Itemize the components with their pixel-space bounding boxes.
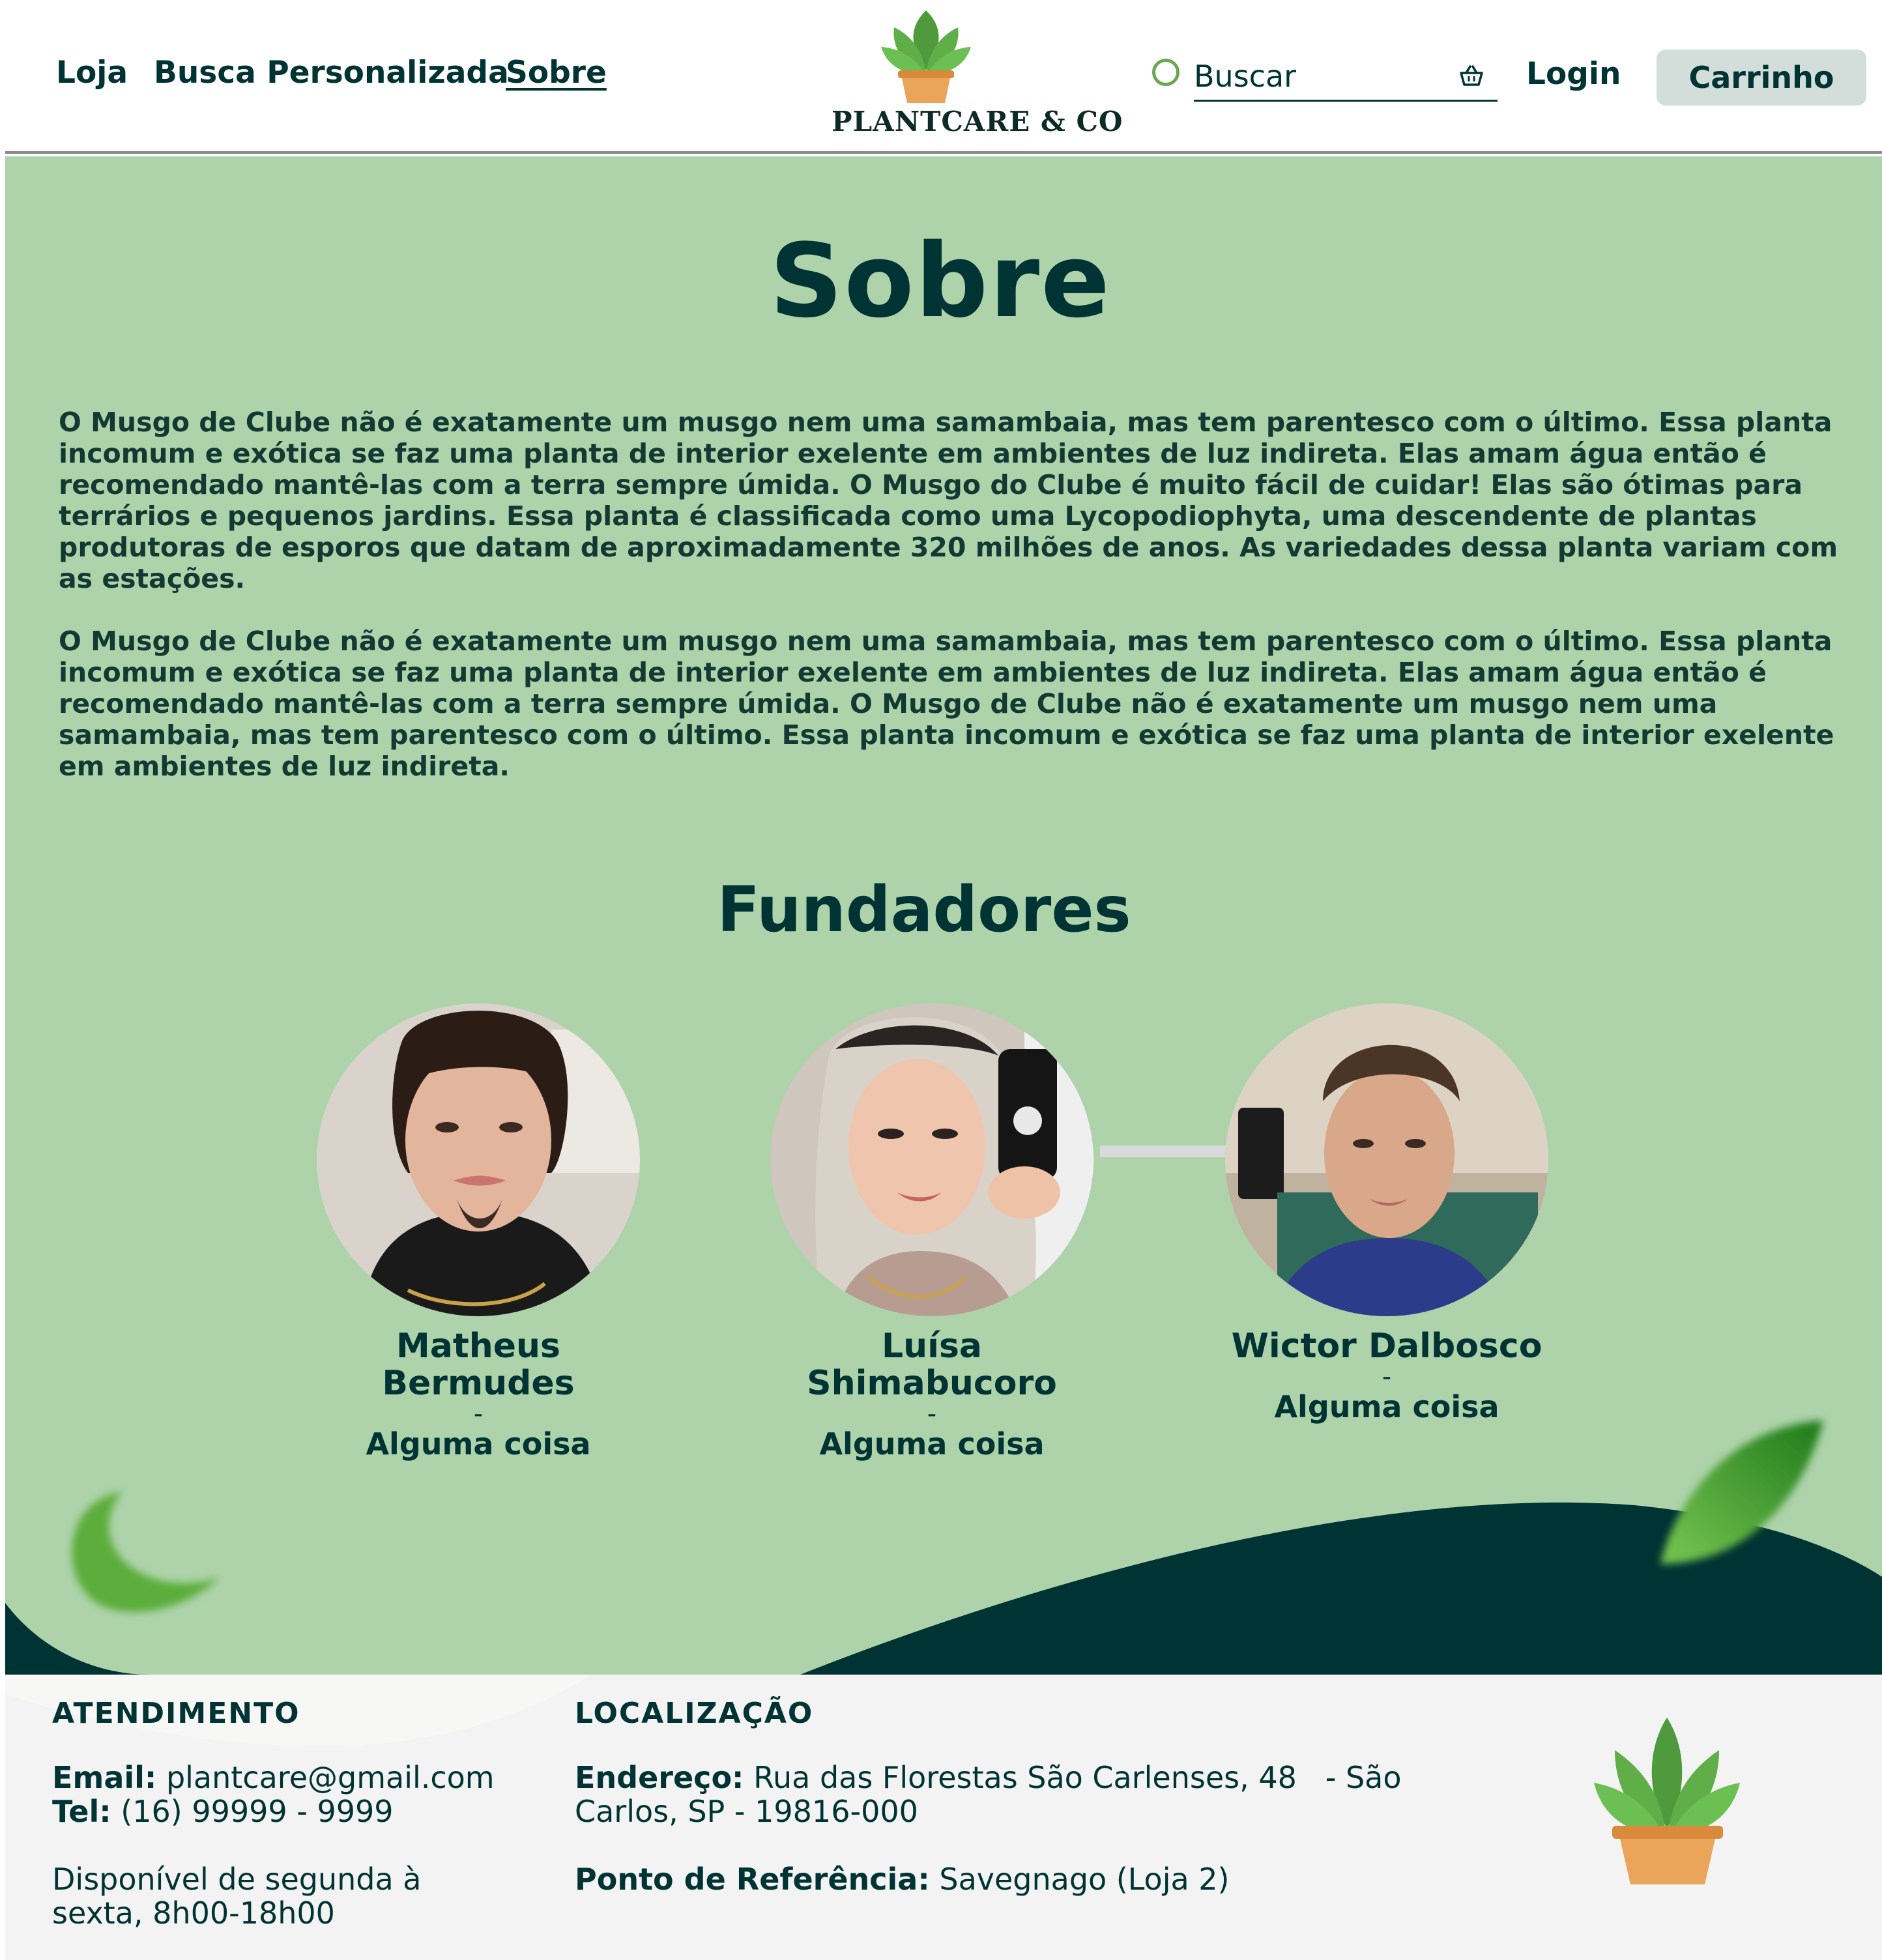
site-footer: ATENDIMENTO Email: plantcare@gmail.com T… (5, 1675, 1882, 1960)
search-bar (1152, 52, 1498, 102)
about-section: Sobre O Musgo de Clube não é exatamente … (5, 156, 1882, 1675)
footer-heading-atendimento: ATENDIMENTO (52, 1697, 300, 1730)
footer-address: Endereço: Rua das Florestas São Carlense… (575, 1761, 1422, 1828)
address-label: Endereço: (575, 1760, 744, 1795)
login-link[interactable]: Login (1526, 56, 1621, 92)
nav-sobre[interactable]: Sobre (506, 55, 607, 91)
footer-reference: Ponto de Referência: Savegnago (Loja 2) (575, 1862, 1422, 1896)
footer-hours: Disponível de segunda à sexta, 8h00-18h0… (52, 1862, 422, 1931)
basket-icon[interactable] (1458, 64, 1484, 87)
footer-tel: Tel: (16) 99999 - 9999 (52, 1794, 394, 1828)
tel-value: (16) 99999 - 9999 (121, 1794, 394, 1829)
plant-logo-icon (881, 10, 971, 103)
nav-busca-personalizada[interactable]: Busca Personalizada (154, 55, 509, 91)
reference-value: Savegnago (Loja 2) (939, 1862, 1230, 1897)
leaf-decoration (72, 1492, 220, 1613)
cart-button[interactable]: Carrinho (1657, 50, 1866, 106)
search-circle-icon (1152, 59, 1180, 86)
footer-heading-localizacao: LOCALIZAÇÃO (575, 1697, 814, 1730)
nav-loja[interactable]: Loja (56, 55, 128, 91)
email-label: Email: (52, 1760, 157, 1795)
search-input[interactable] (1194, 52, 1498, 102)
site-header: Loja Busca Personalizada Sobre PLANTCARE… (5, 0, 1882, 154)
logo[interactable]: PLANTCARE & CO (832, 8, 1123, 142)
plant-pot-icon (1594, 1718, 1740, 1884)
logo-text: PLANTCARE & CO (832, 106, 1123, 137)
reference-label: Ponto de Referência: (575, 1862, 930, 1897)
footer-email: Email: plantcare@gmail.com (52, 1761, 495, 1794)
tel-label: Tel: (52, 1794, 111, 1829)
wave-decoration (5, 1420, 1882, 1675)
email-value[interactable]: plantcare@gmail.com (166, 1760, 495, 1795)
